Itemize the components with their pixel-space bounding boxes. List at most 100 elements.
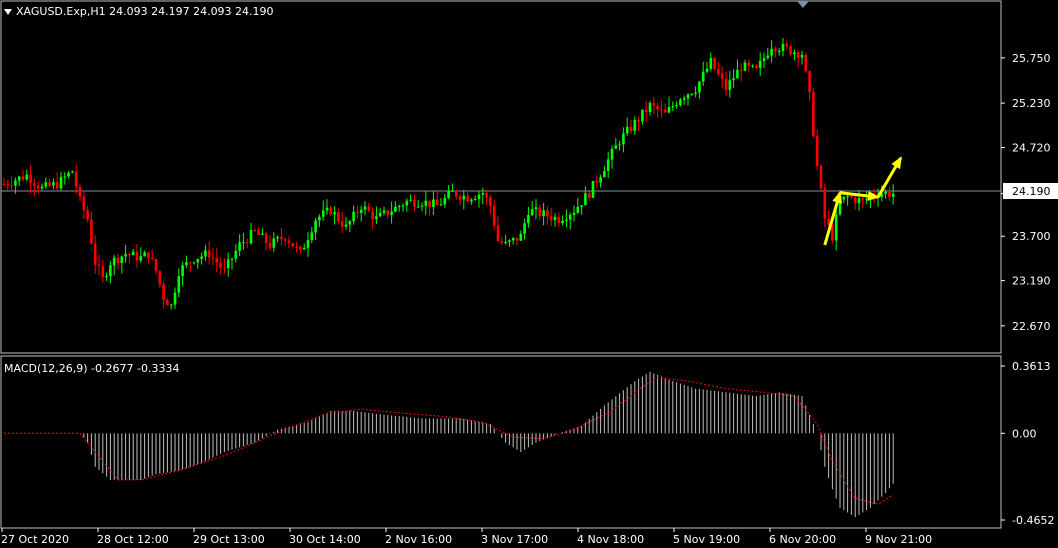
candle-body (572, 212, 576, 215)
candle-body (606, 159, 610, 171)
candle-body (397, 206, 401, 208)
candle-body (834, 214, 838, 241)
candle-body (762, 58, 766, 61)
candle-body (173, 292, 177, 305)
candle-body (492, 206, 496, 226)
candle-body (405, 200, 409, 206)
candle-body (454, 190, 458, 197)
candle-body (603, 170, 606, 178)
candle-body (295, 246, 298, 248)
candle-body (557, 216, 561, 224)
candle-body (637, 120, 640, 122)
candle-body (48, 182, 51, 186)
candle-body (348, 221, 352, 225)
candle-body (523, 223, 526, 234)
macd-tick-label: 0.00 (1012, 427, 1037, 440)
candle-body (565, 219, 568, 221)
candle-body (614, 145, 618, 149)
candle-body (223, 267, 226, 269)
price-tick-label: 23.700 (1012, 230, 1051, 243)
candle-body (169, 304, 173, 306)
candle-body (55, 182, 59, 189)
candle-body (641, 109, 644, 122)
candle-body (789, 46, 792, 55)
dropdown-triangle-icon[interactable] (4, 9, 12, 15)
candle-body (181, 265, 184, 277)
candle-body (158, 271, 162, 285)
time-tick-label: 4 Nov 18:00 (577, 533, 644, 546)
trading-chart[interactable]: 25.750 25.230 24.720 24.190 23.700 23.190 22.6… (0, 0, 1058, 548)
candle-body (823, 188, 827, 219)
candle-body (732, 78, 735, 81)
candle-body (86, 210, 89, 220)
candle-body (576, 206, 580, 213)
candle-body (686, 94, 690, 99)
candle-body (196, 258, 200, 263)
time-tick-label: 6 Nov 20:00 (769, 533, 836, 546)
candle-body (340, 221, 344, 227)
candle-body (78, 187, 82, 197)
candle-body (853, 197, 857, 204)
time-tick-label: 2 Nov 16:00 (385, 533, 452, 546)
time-tick-label: 30 Oct 14:00 (289, 533, 361, 546)
candle-body (587, 193, 591, 198)
candle-body (743, 62, 747, 71)
candle-body (534, 207, 538, 210)
candle-body (245, 242, 249, 244)
candle-body (591, 180, 595, 198)
candle-body (667, 107, 671, 113)
candle-body (93, 243, 97, 265)
candle-body (610, 148, 614, 160)
candle-body (17, 176, 21, 181)
candle-body (432, 199, 435, 208)
price-tick-label: 25.750 (1012, 52, 1051, 65)
candle-body (162, 284, 165, 300)
candle-body (568, 214, 572, 220)
candle-body (128, 254, 131, 256)
candle-body (458, 196, 462, 200)
candle-body (264, 233, 268, 243)
candle-body (542, 210, 545, 217)
candle-body (508, 240, 511, 243)
candle-body (819, 165, 823, 189)
candle-body (622, 133, 625, 145)
time-tick-label: 28 Oct 12:00 (97, 533, 169, 546)
candle-body (74, 171, 78, 188)
candle-body (120, 256, 124, 264)
candle-body (747, 62, 751, 66)
candle-body (739, 69, 743, 71)
candle-body (549, 216, 553, 221)
candle-body (109, 265, 112, 277)
candle-body (44, 182, 48, 187)
candle-body (663, 109, 667, 113)
candle-body (515, 237, 519, 241)
candle-body (116, 257, 120, 264)
candle-body (728, 80, 732, 90)
candle-body (394, 206, 397, 212)
candle-body (154, 258, 158, 272)
candle-body (777, 50, 781, 52)
price-tick-label: 23.190 (1012, 275, 1051, 288)
candle-body (584, 193, 587, 206)
price-tick-label: 24.720 (1012, 141, 1051, 154)
candle-body (97, 264, 101, 267)
candle-body (230, 258, 234, 260)
candle-body (363, 206, 367, 210)
candle-body (796, 52, 800, 58)
symbol-ohlc-text: XAGUSD.Exp,H1 24.093 24.197 24.093 24.19… (16, 5, 274, 18)
candle-body (527, 215, 530, 224)
candle-body (249, 230, 253, 244)
candle-body (367, 206, 371, 212)
candle-body (546, 210, 549, 217)
candle-body (500, 240, 504, 243)
candle-body (291, 243, 295, 247)
candle-body (485, 193, 488, 198)
candle-body (390, 211, 393, 215)
candle-body (800, 55, 804, 58)
candle-body (409, 199, 412, 201)
candle-body (629, 126, 633, 131)
candle-body (299, 246, 302, 250)
candle-body (724, 78, 728, 90)
candle-body (633, 120, 637, 131)
price-tick-label: 22.670 (1012, 320, 1051, 333)
